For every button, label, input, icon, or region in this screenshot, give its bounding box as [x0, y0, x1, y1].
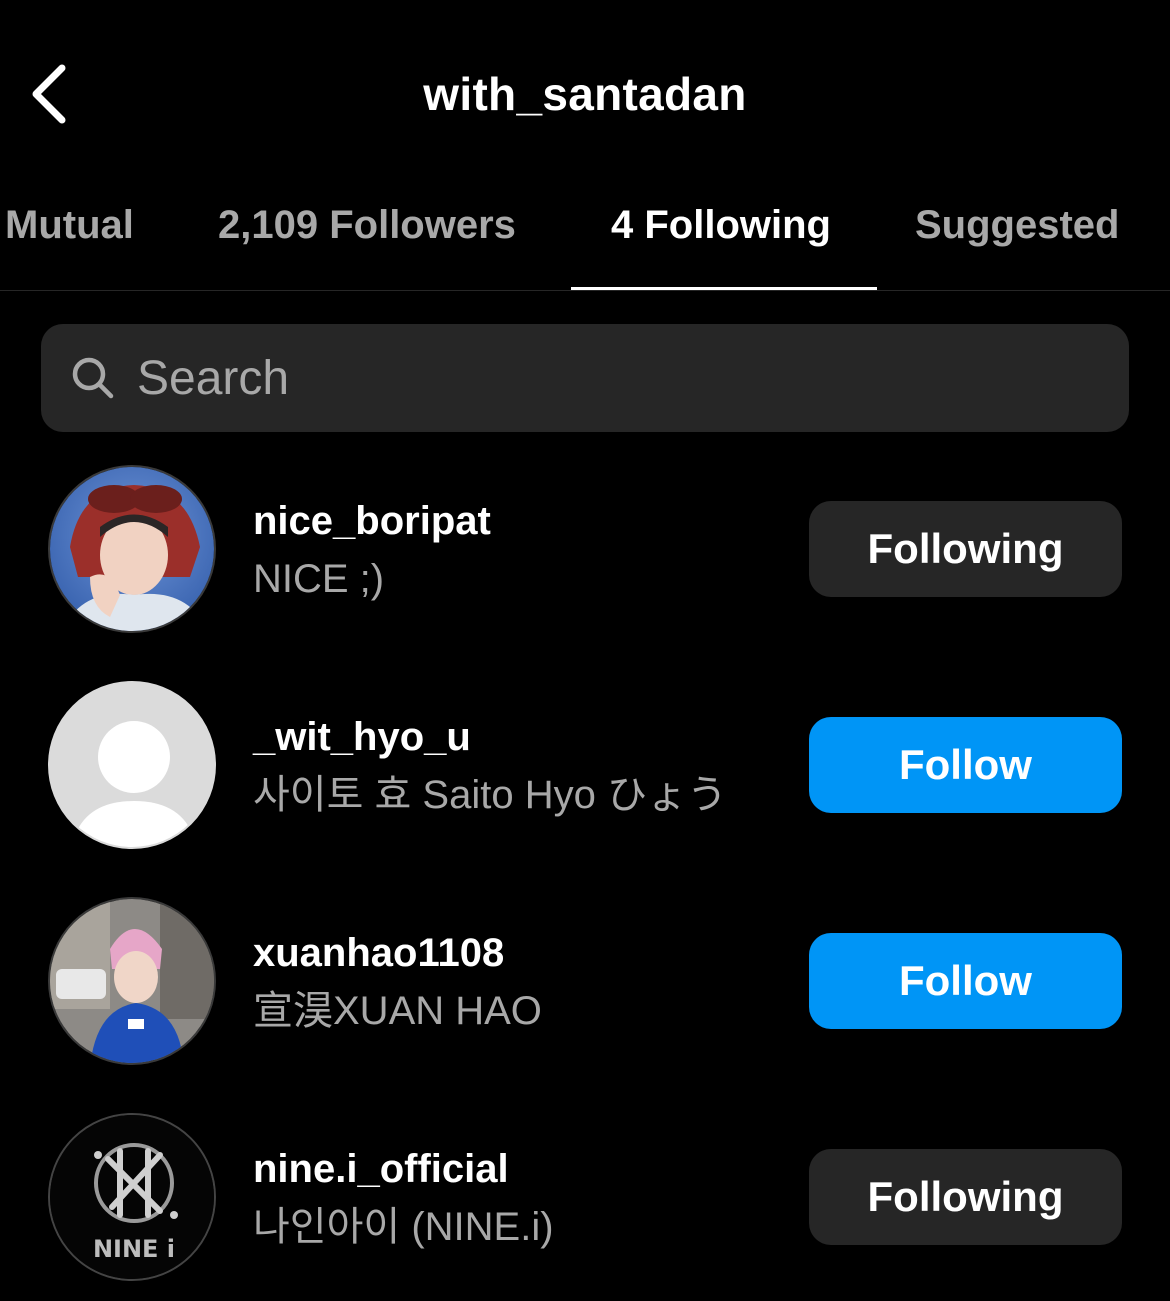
tab-followers[interactable]: 2,109 Followers — [218, 200, 516, 270]
page-title: with_santadan — [423, 68, 747, 120]
search-icon — [72, 357, 114, 399]
username[interactable]: _wit_hyo_u — [253, 713, 471, 761]
list-item[interactable]: nice_boripat NICE ;) Following — [0, 455, 1170, 655]
list-item[interactable]: xuanhao1108 宣淏XUAN HAO Follow — [0, 887, 1170, 1087]
avatar-photo — [50, 899, 214, 1063]
username[interactable]: nice_boripat — [253, 497, 491, 545]
username[interactable]: nine.i_official — [253, 1145, 509, 1193]
avatar[interactable]: NINE i — [48, 1113, 216, 1281]
header: with_santadan — [0, 0, 1170, 190]
tab-mutual[interactable]: Mutual — [5, 200, 134, 270]
full-name: 사이토 효 Saito Hyo ひょう — [253, 773, 727, 817]
active-tab-indicator — [571, 287, 877, 290]
logo-text: NINE i — [93, 1235, 175, 1263]
avatar-photo — [50, 467, 214, 631]
tab-suggested[interactable]: Suggested — [915, 200, 1119, 270]
username[interactable]: xuanhao1108 — [253, 929, 504, 977]
tab-following[interactable]: 4 Following — [611, 200, 831, 270]
following-button[interactable]: Following — [809, 501, 1122, 597]
nine-i-logo-icon: NINE i — [50, 1115, 214, 1279]
following-screen: with_santadan Mutual 2,109 Followers 4 F… — [0, 0, 1170, 1301]
full-name: 宣淏XUAN HAO — [253, 989, 542, 1033]
search-bar[interactable] — [41, 324, 1129, 432]
follow-button[interactable]: Follow — [809, 717, 1122, 813]
following-button[interactable]: Following — [809, 1149, 1122, 1245]
full-name: NICE ;) — [253, 557, 385, 601]
list-item[interactable]: _wit_hyo_u 사이토 효 Saito Hyo ひょう Follow — [0, 671, 1170, 871]
default-avatar-icon — [50, 683, 214, 847]
follow-button[interactable]: Follow — [809, 933, 1122, 1029]
avatar[interactable] — [48, 681, 216, 849]
search-input[interactable] — [137, 344, 1097, 412]
avatar[interactable] — [48, 465, 216, 633]
avatar[interactable] — [48, 897, 216, 1065]
tab-bar: Mutual 2,109 Followers 4 Following Sugge… — [0, 190, 1170, 291]
list-item[interactable]: NINE i nine.i_official 나인아이 (NINE.i) Fol… — [0, 1103, 1170, 1301]
full-name: 나인아이 (NINE.i) — [253, 1205, 554, 1249]
